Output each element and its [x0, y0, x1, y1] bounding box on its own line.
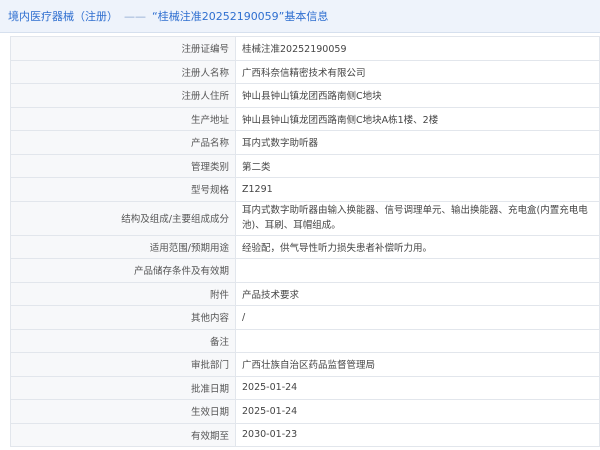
row-value: 广西科奈信精密技术有限公司 — [235, 59, 600, 84]
table-row: 其他内容 / — [10, 305, 600, 330]
row-label: 其他内容 — [10, 305, 236, 330]
info-table: 注册证编号 桂械注准20252190059 注册人名称 广西科奈信精密技术有限公… — [10, 36, 600, 447]
table-row: 审批部门 广西壮族自治区药品监督管理局 — [10, 352, 600, 377]
table-row: 注册人名称 广西科奈信精密技术有限公司 — [10, 59, 600, 84]
info-table-container: 注册证编号 桂械注准20252190059 注册人名称 广西科奈信精密技术有限公… — [10, 36, 600, 447]
table-row: 批准日期 2025-01-24 — [10, 375, 600, 400]
row-value: 广西壮族自治区药品监督管理局 — [235, 352, 600, 377]
row-label: 备注 — [10, 328, 236, 353]
row-value: 产品技术要求 — [235, 281, 600, 306]
row-label: 注册人名称 — [10, 59, 236, 84]
row-value: / — [235, 305, 600, 330]
row-value: 2025-01-24 — [235, 375, 600, 400]
table-row: 有效期至 2030-01-23 — [10, 422, 600, 447]
row-label: 型号规格 — [10, 177, 236, 202]
row-value: Z1291 — [235, 177, 600, 202]
table-row: 产品名称 耳内式数字助听器 — [10, 130, 600, 155]
table-row: 生产地址 钟山县钟山镇龙团西路南侧C地块A栋1楼、2楼 — [10, 106, 600, 131]
row-value — [235, 258, 600, 283]
row-label: 注册人住所 — [10, 83, 236, 108]
row-label: 结构及组成/主要组成成分 — [10, 200, 236, 236]
table-row: 结构及组成/主要组成成分 耳内式数字助听器由输入换能器、信号调理单元、输出换能器… — [10, 200, 600, 236]
row-label: 生效日期 — [10, 399, 236, 424]
row-value: 经验配，供气导性听力损失患者补偿听力用。 — [235, 234, 600, 259]
row-value: 钟山县钟山镇龙团西路南侧C地块 — [235, 83, 600, 108]
row-label: 管理类别 — [10, 153, 236, 178]
table-row: 产品储存条件及有效期 — [10, 258, 600, 283]
table-row: 生效日期 2025-01-24 — [10, 399, 600, 424]
row-label: 产品储存条件及有效期 — [10, 258, 236, 283]
table-row: 型号规格 Z1291 — [10, 177, 600, 202]
row-value: 第二类 — [235, 153, 600, 178]
table-row: 注册人住所 钟山县钟山镇龙团西路南侧C地块 — [10, 83, 600, 108]
row-value: 桂械注准20252190059 — [235, 36, 600, 61]
row-label: 注册证编号 — [10, 36, 236, 61]
table-row: 附件 产品技术要求 — [10, 281, 600, 306]
row-value: 耳内式数字助听器由输入换能器、信号调理单元、输出换能器、充电盒(内置充电电池)、… — [235, 200, 600, 236]
row-value: 耳内式数字助听器 — [235, 130, 600, 155]
table-row: 备注 — [10, 328, 600, 353]
row-value — [235, 328, 600, 353]
table-row: 管理类别 第二类 — [10, 153, 600, 178]
header-separator: —— — [124, 9, 146, 23]
section-title: 境内医疗器械（注册） — [8, 10, 118, 23]
row-value: 2030-01-23 — [235, 422, 600, 447]
row-value: 钟山县钟山镇龙团西路南侧C地块A栋1楼、2楼 — [235, 106, 600, 131]
row-label: 生产地址 — [10, 106, 236, 131]
page-header: 境内医疗器械（注册） —— “桂械注准20252190059”基本信息 — [0, 0, 600, 33]
row-value: 2025-01-24 — [235, 399, 600, 424]
row-label: 批准日期 — [10, 375, 236, 400]
row-label: 有效期至 — [10, 422, 236, 447]
row-label: 附件 — [10, 281, 236, 306]
table-row: 注册证编号 桂械注准20252190059 — [10, 36, 600, 61]
row-label: 审批部门 — [10, 352, 236, 377]
table-row: 适用范围/预期用途 经验配，供气导性听力损失患者补偿听力用。 — [10, 234, 600, 259]
record-title: “桂械注准20252190059”基本信息 — [152, 10, 329, 23]
row-label: 适用范围/预期用途 — [10, 234, 236, 259]
row-label: 产品名称 — [10, 130, 236, 155]
